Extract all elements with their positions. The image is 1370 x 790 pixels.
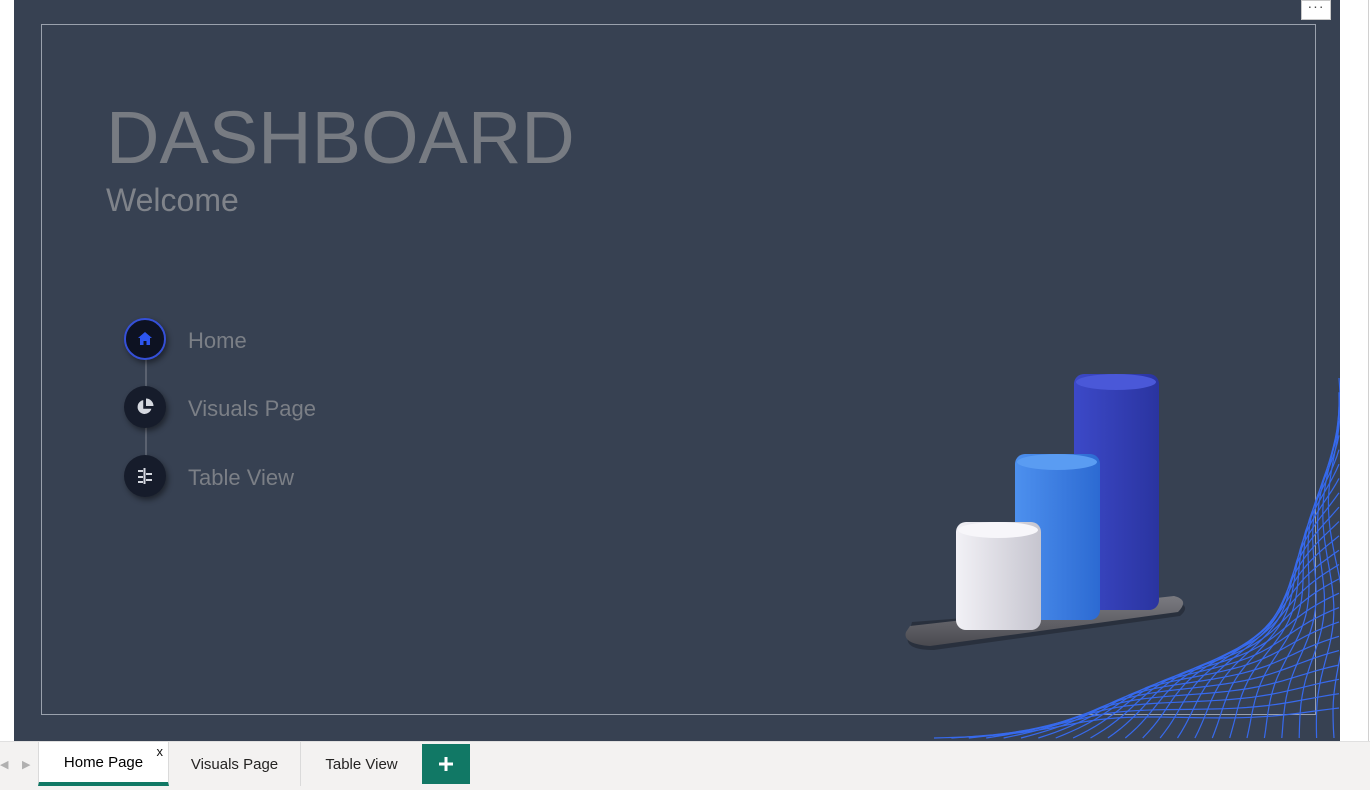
contour-line xyxy=(933,707,1340,739)
report-canvas: ··· DASHBOARD Welcome Home Visuals Page xyxy=(14,0,1340,741)
close-icon[interactable]: x xyxy=(157,744,164,759)
contour-line xyxy=(1263,435,1340,739)
gutter-divider xyxy=(1368,0,1369,741)
bar-chart-illustration xyxy=(905,374,1186,650)
page-subtitle: Welcome xyxy=(106,182,239,218)
tab-label-visuals-page: Visuals Page xyxy=(190,755,279,773)
home-icon xyxy=(138,332,152,345)
nav-button-table-view[interactable] xyxy=(124,455,166,497)
nav-label-visuals-page: Visuals Page xyxy=(188,396,317,421)
table-icon xyxy=(138,468,152,484)
more-options-icon: ··· xyxy=(1307,0,1325,14)
right-gutter xyxy=(1340,0,1370,741)
nav-label-home: Home xyxy=(188,328,247,353)
tab-label-home-page: Home Page xyxy=(63,753,144,771)
tab-label-table-view: Table View xyxy=(325,755,398,773)
tab-table-view[interactable]: Table View xyxy=(301,742,422,786)
tab-home-page[interactable]: Home Page x xyxy=(38,742,169,786)
bar-white xyxy=(956,522,1041,630)
more-options-button[interactable]: ··· xyxy=(1301,0,1331,20)
chevron-left-icon[interactable]: ◀ xyxy=(0,758,8,771)
contour-line xyxy=(1327,377,1340,739)
pie-chart-icon xyxy=(137,398,154,414)
page-title: DASHBOARD xyxy=(106,96,575,179)
add-page-button[interactable] xyxy=(422,744,470,784)
contour-line xyxy=(1246,449,1340,739)
nav-button-visuals-page[interactable] xyxy=(124,386,166,428)
chevron-right-icon[interactable]: ▶ xyxy=(22,758,30,771)
nav-label-table-view: Table View xyxy=(188,465,294,490)
contour-line xyxy=(1315,392,1340,739)
plus-icon xyxy=(439,757,453,771)
nav-button-home[interactable] xyxy=(124,318,166,360)
tab-visuals-page[interactable]: Visuals Page xyxy=(169,742,301,786)
page-tab-bar: ◀ ▶ Home Page x Visuals Page Table View xyxy=(0,741,1370,790)
